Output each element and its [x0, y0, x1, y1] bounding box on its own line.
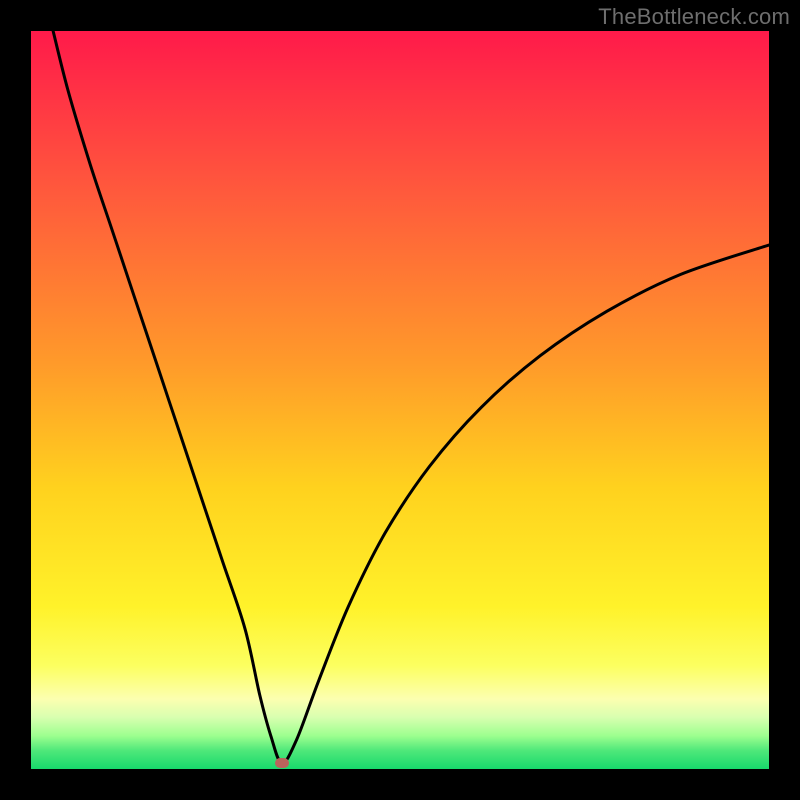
- optimal-point-marker: [275, 758, 289, 768]
- watermark-text: TheBottleneck.com: [598, 4, 790, 30]
- bottleneck-curve: [31, 31, 769, 769]
- plot-area: [31, 31, 769, 769]
- chart-frame: TheBottleneck.com: [0, 0, 800, 800]
